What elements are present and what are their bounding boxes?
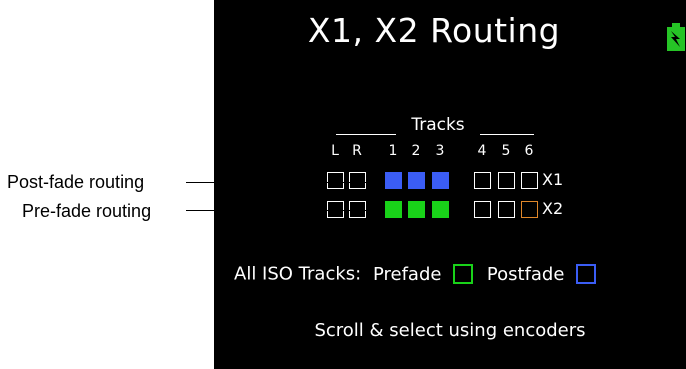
post-fade-arrow <box>372 177 382 187</box>
all-iso-tracks-row: All ISO Tracks: Prefade Postfade <box>234 263 597 285</box>
route-cell-x1-5[interactable] <box>498 172 515 189</box>
pre-fade-callout: Pre-fade routing <box>22 201 152 221</box>
route-cell-x1-2[interactable] <box>408 172 425 189</box>
column-label-2: 2 <box>411 143 421 159</box>
route-cell-x2-5[interactable] <box>498 201 515 218</box>
pre-fade-arrow <box>372 205 382 215</box>
column-label-l: L <box>331 143 339 159</box>
route-cell-x1-l[interactable] <box>327 172 344 189</box>
post-fade-leader <box>186 182 376 183</box>
tracks-header: Tracks <box>334 115 544 137</box>
prefade-label: Prefade <box>372 263 442 285</box>
column-label-6: 6 <box>524 143 534 159</box>
route-cell-x2-4[interactable] <box>474 201 491 218</box>
post-fade-callout: Post-fade routing <box>7 172 145 192</box>
route-cell-x2-6[interactable] <box>521 201 538 218</box>
postfade-label: Postfade <box>486 263 565 285</box>
pre-fade-leader <box>186 210 376 211</box>
route-cell-x2-1[interactable] <box>385 201 402 218</box>
route-cell-x2-2[interactable] <box>408 201 425 218</box>
hint-text: Scroll & select using encoders <box>314 320 586 341</box>
route-cell-x1-3[interactable] <box>432 172 449 189</box>
column-label-5: 5 <box>501 143 511 159</box>
tracks-label: Tracks <box>411 115 465 135</box>
column-label-3: 3 <box>435 143 445 159</box>
route-cell-x1-r[interactable] <box>349 172 366 189</box>
row-label-x2: X2 <box>542 199 564 218</box>
route-cell-x1-1[interactable] <box>385 172 402 189</box>
route-cell-x1-4[interactable] <box>474 172 491 189</box>
prefade-all-checkbox[interactable] <box>453 264 474 284</box>
row-label-x1: X1 <box>542 170 564 189</box>
route-cell-x2-3[interactable] <box>432 201 449 218</box>
battery-charging-icon <box>667 23 685 51</box>
device-screen: X1, X2 Routing Tracks L R 1 2 3 4 5 6 X1 X2 All I… <box>214 0 686 369</box>
route-cell-x1-6[interactable] <box>521 172 538 189</box>
postfade-all-checkbox[interactable] <box>576 264 597 284</box>
all-iso-tracks-label: All ISO Tracks: <box>234 263 362 285</box>
column-label-4: 4 <box>477 143 487 159</box>
column-label-1: 1 <box>388 143 398 159</box>
page-title: X1, X2 Routing <box>307 11 561 50</box>
column-label-r: R <box>352 143 362 159</box>
